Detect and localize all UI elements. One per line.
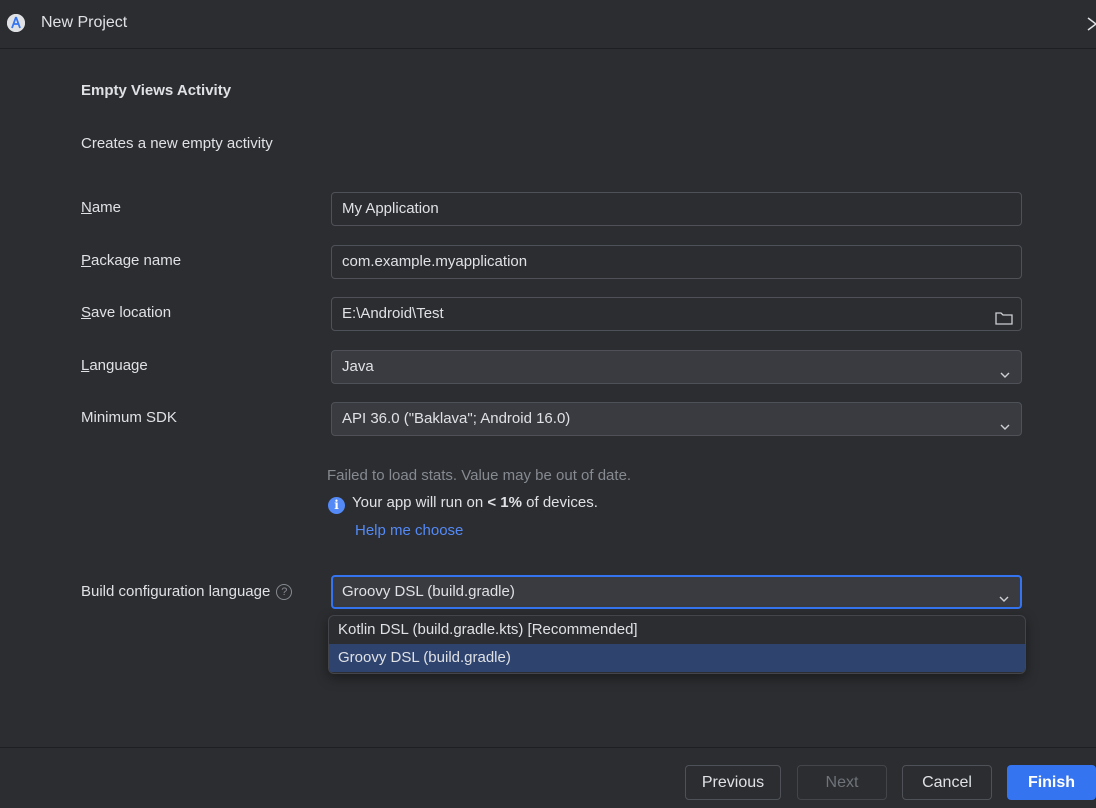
help-icon[interactable]: ? — [276, 584, 293, 600]
build-config-label: Build configuration language? — [81, 583, 293, 600]
close-icon[interactable] — [1086, 14, 1096, 34]
footer: Previous Next Cancel Finish — [0, 747, 1096, 808]
minimum-sdk-value: API 36.0 ("Baklava"; Android 16.0) — [342, 410, 571, 427]
template-description: Creates a new empty activity — [81, 135, 273, 152]
save-location-input[interactable]: E:\Android\Test — [331, 297, 1022, 331]
window-title: New Project — [41, 14, 128, 31]
cancel-button[interactable]: Cancel — [902, 765, 992, 800]
language-select[interactable]: Java — [331, 350, 1022, 384]
help-me-choose-link[interactable]: Help me choose — [355, 522, 463, 539]
name-label: Name — [81, 199, 122, 216]
dropdown-option-kotlin-dsl[interactable]: Kotlin DSL (build.gradle.kts) [Recommend… — [329, 616, 1025, 644]
android-studio-icon — [7, 14, 25, 32]
dropdown-option-groovy-dsl[interactable]: Groovy DSL (build.gradle) — [329, 644, 1025, 672]
language-value: Java — [342, 358, 374, 375]
save-location-value: E:\Android\Test — [342, 305, 444, 322]
name-input[interactable]: My Application — [331, 192, 1022, 226]
title-bar: New Project — [0, 0, 1096, 49]
next-button[interactable]: Next — [797, 765, 887, 800]
stats-warning: Failed to load stats. Value may be out o… — [327, 467, 632, 484]
save-location-label: Save location — [81, 304, 172, 321]
info-icon: i — [328, 497, 345, 514]
package-name-input[interactable]: com.example.myapplication — [331, 245, 1022, 279]
build-config-select[interactable]: Groovy DSL (build.gradle) — [331, 575, 1022, 609]
device-coverage-info: i Your app will run on < 1% of devices. — [328, 494, 598, 514]
chevron-down-icon — [998, 586, 1010, 602]
template-name: Empty Views Activity — [81, 82, 232, 99]
package-name-label: Package name — [81, 252, 182, 269]
minimum-sdk-select[interactable]: API 36.0 ("Baklava"; Android 16.0) — [331, 402, 1022, 436]
finish-button[interactable]: Finish — [1007, 765, 1096, 800]
build-config-dropdown: Kotlin DSL (build.gradle.kts) [Recommend… — [328, 615, 1026, 674]
chevron-down-icon — [999, 413, 1011, 430]
folder-icon[interactable] — [995, 306, 1013, 325]
language-label: Language — [81, 357, 148, 374]
chevron-down-icon — [999, 361, 1011, 378]
previous-button[interactable]: Previous — [685, 765, 781, 800]
minimum-sdk-label: Minimum SDK — [81, 409, 177, 426]
build-config-value: Groovy DSL (build.gradle) — [342, 583, 515, 600]
